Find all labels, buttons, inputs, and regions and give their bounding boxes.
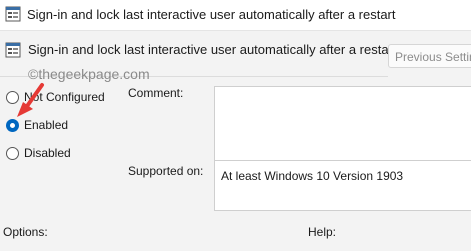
- supported-on-value: At least Windows 10 Version 1903: [221, 169, 404, 183]
- comment-field[interactable]: [214, 86, 471, 161]
- title-bar: Sign-in and lock last interactive user a…: [0, 0, 471, 31]
- options-label: Options:: [3, 225, 48, 239]
- supported-on-label: Supported on:: [128, 164, 204, 178]
- radio-label-enabled: Enabled: [24, 118, 69, 132]
- policy-settings-icon: [5, 6, 21, 22]
- radio-button-selected[interactable]: [6, 119, 19, 132]
- red-arrow-icon: [17, 83, 44, 117]
- previous-setting-button[interactable]: Previous Setting: [388, 44, 471, 68]
- policy-name-heading: Sign-in and lock last interactive user a…: [28, 42, 397, 57]
- watermark-text: ©thegeekpage.com: [28, 66, 150, 82]
- radio-button[interactable]: [6, 147, 19, 160]
- supported-on-box: At least Windows 10 Version 1903: [214, 160, 471, 211]
- policy-settings-icon: [5, 42, 21, 58]
- window-title: Sign-in and lock last interactive user a…: [27, 7, 396, 22]
- comment-label: Comment:: [128, 86, 184, 100]
- help-label: Help:: [308, 225, 337, 239]
- radio-label-disabled: Disabled: [24, 146, 71, 160]
